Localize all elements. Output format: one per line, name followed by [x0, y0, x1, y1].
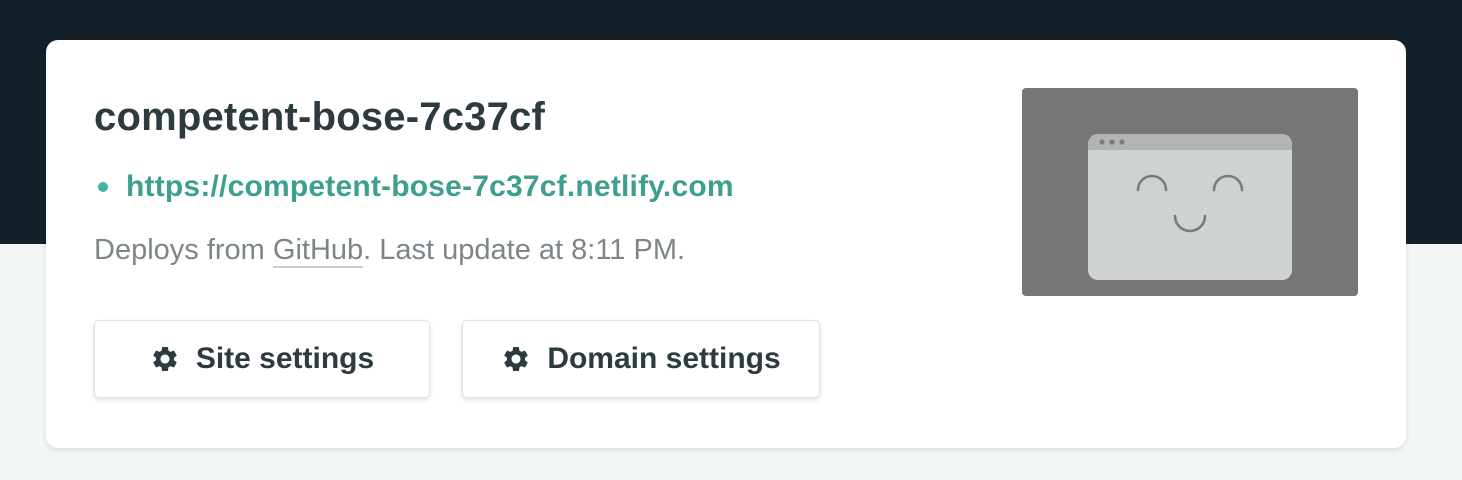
deploy-prefix: Deploys from	[94, 234, 273, 266]
domain-settings-label: Domain settings	[547, 342, 781, 375]
site-url-link[interactable]: https://competent-bose-7c37cf.netlify.co…	[126, 170, 734, 204]
deploy-info: Deploys from GitHub. Last update at 8:11…	[94, 230, 685, 270]
site-name: competent-bose-7c37cf	[94, 95, 545, 139]
gear-icon	[504, 347, 528, 371]
site-url-row: https://competent-bose-7c37cf.netlify.co…	[98, 167, 734, 207]
site-preview-thumbnail[interactable]	[1022, 88, 1358, 296]
site-settings-label: Site settings	[195, 342, 375, 375]
deploy-provider-link[interactable]: GitHub	[272, 234, 364, 268]
deploy-suffix: . Last update at 8:11 PM.	[363, 234, 686, 266]
smiley-browser-placeholder-icon	[1088, 134, 1292, 280]
domain-settings-button[interactable]: Domain settings	[462, 320, 820, 398]
status-dot	[98, 182, 108, 192]
site-card: competent-bose-7c37cf https://competent-…	[46, 40, 1406, 448]
gear-icon	[153, 347, 177, 371]
site-settings-button[interactable]: Site settings	[94, 320, 430, 398]
